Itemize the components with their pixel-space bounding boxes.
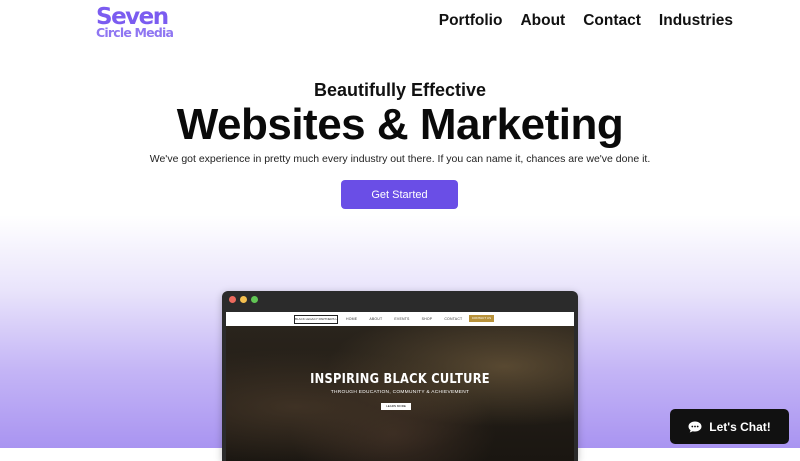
nav-link-portfolio[interactable]: Portfolio bbox=[439, 12, 503, 30]
browser-mockup: BLACK LEGACY PARTNERS LLC HOME ABOUT EVE… bbox=[222, 291, 578, 461]
chat-label: Let's Chat! bbox=[709, 419, 771, 434]
preview-screen: BLACK LEGACY PARTNERS LLC HOME ABOUT EVE… bbox=[226, 312, 574, 461]
hero-subtitle: Beautifully Effective bbox=[313, 80, 487, 100]
preview-nav-events: EVENTS bbox=[394, 317, 410, 321]
window-controls bbox=[229, 296, 258, 303]
nav-link-about[interactable]: About bbox=[520, 12, 565, 30]
hero-description: We've got experience in pretty much ever… bbox=[149, 153, 651, 165]
nav-link-industries[interactable]: Industries bbox=[659, 12, 733, 30]
close-dot-icon bbox=[229, 296, 236, 303]
preview-nav-home: HOME bbox=[346, 317, 358, 321]
preview-learn-more-button: LEARN MORE bbox=[381, 403, 411, 410]
preview-hero-image: INSPIRING BLACK CULTURE THROUGH EDUCATIO… bbox=[226, 326, 574, 461]
preview-nav-contact: CONTACT bbox=[444, 317, 463, 321]
hero-title: Websites & Marketing bbox=[176, 100, 624, 149]
preview-site-links: HOME ABOUT EVENTS SHOP CONTACT bbox=[346, 317, 462, 321]
maximize-dot-icon bbox=[251, 296, 258, 303]
preview-subheadline: THROUGH EDUCATION, COMMUNITY & ACHIEVEME… bbox=[330, 390, 470, 395]
nav-link-contact[interactable]: Contact bbox=[583, 12, 641, 30]
chat-bubble-icon bbox=[688, 421, 702, 432]
preview-nav-about: ABOUT bbox=[369, 317, 383, 321]
preview-site-nav: BLACK LEGACY PARTNERS LLC HOME ABOUT EVE… bbox=[226, 312, 574, 326]
preview-contact-button: CONTACT US bbox=[469, 315, 494, 322]
brand-logo[interactable]: Seven Circle Media bbox=[96, 6, 174, 40]
chat-widget-button[interactable]: Let's Chat! bbox=[670, 409, 789, 444]
main-nav: Portfolio About Contact Industries bbox=[439, 12, 733, 30]
preview-headline: INSPIRING BLACK CULTURE bbox=[310, 372, 490, 387]
get-started-button[interactable]: Get Started bbox=[341, 180, 458, 209]
minimize-dot-icon bbox=[240, 296, 247, 303]
preview-nav-shop: SHOP bbox=[421, 317, 433, 321]
logo-line-2: Circle Media bbox=[96, 25, 174, 40]
preview-site-logo: BLACK LEGACY PARTNERS LLC bbox=[294, 315, 338, 324]
